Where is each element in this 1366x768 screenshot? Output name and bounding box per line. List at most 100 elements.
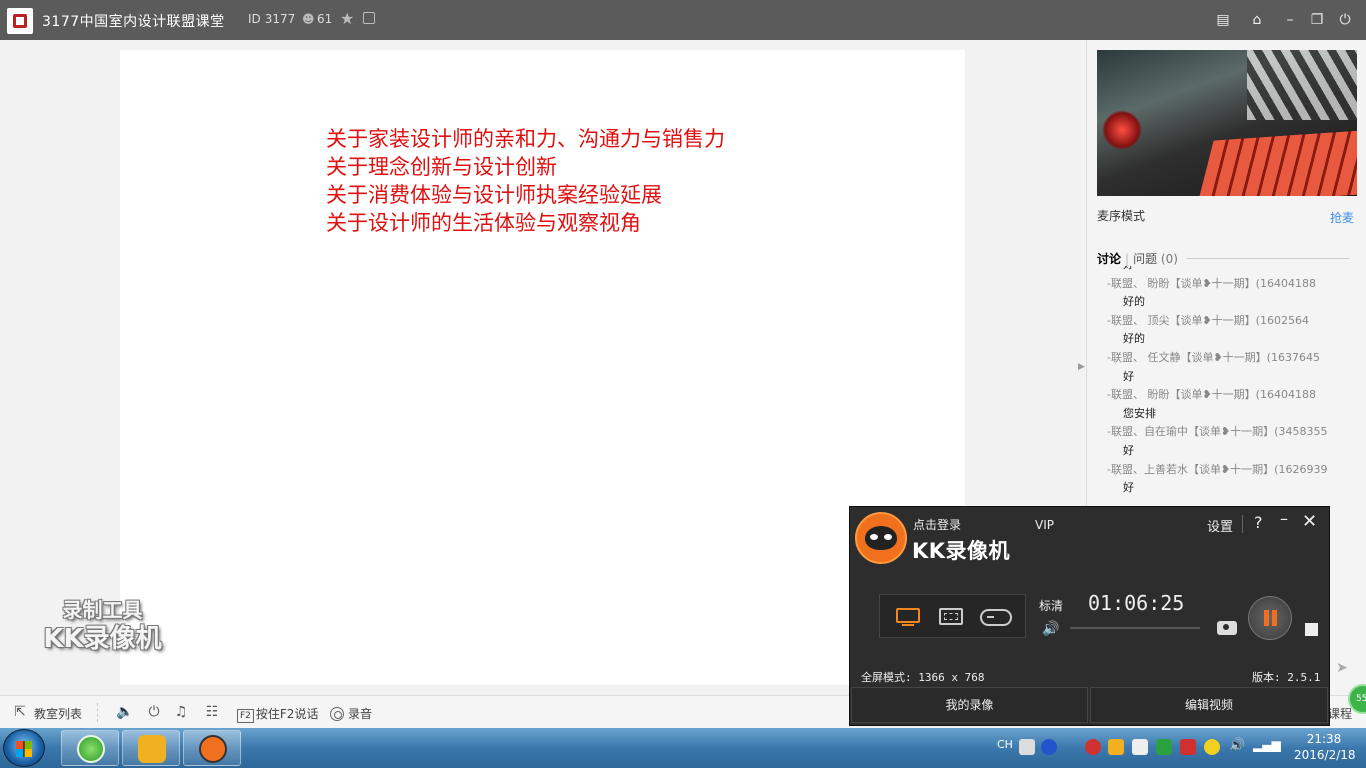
tab-discussion[interactable]: 讨论 [1097, 252, 1121, 266]
slide-text: 关于家装设计师的亲和力、沟通力与销售力 关于理念创新与设计创新 关于消费体验与设… [326, 125, 725, 237]
cat-app-icon [138, 735, 166, 763]
windows-taskbar: CH 🔊 ▂▄▆ 21:38 2016/2/18 [0, 728, 1366, 768]
kk-close-button[interactable]: ✕ [1302, 511, 1317, 532]
speaker-icon[interactable]: 🔈 [116, 704, 133, 720]
start-button[interactable] [3, 729, 45, 767]
power-button[interactable]: ⏻ [1335, 11, 1355, 29]
tab-questions[interactable]: 问题 [1133, 252, 1157, 266]
cat-tray-icon[interactable] [1108, 739, 1124, 755]
f2-key-icon: F2 [237, 709, 254, 723]
taskbar-app-kk[interactable] [183, 730, 241, 766]
home-icon[interactable]: ⌂ [1247, 11, 1267, 29]
app-title: 3177中国室内设计联盟课堂 [42, 14, 225, 30]
kk-logo-icon [855, 512, 907, 564]
capture-mode-group [879, 594, 1026, 638]
chat-sender: -联盟、自在瑜中【谈单❥十一期】(3458355 [1107, 425, 1328, 439]
chat-sender: -联盟、 盼盼【谈单❥十一期】(16404188 [1107, 276, 1316, 290]
pause-record-button[interactable] [1248, 596, 1292, 640]
capture-resolution: 全屏模式: 1366 x 768 [861, 671, 985, 684]
push-to-talk-button[interactable]: F2 按住F2说话 [237, 705, 318, 723]
kk-vip-link[interactable]: VIP [1035, 518, 1054, 532]
kk-login-link[interactable]: 点击登录 [913, 516, 961, 533]
device-icon[interactable] [1180, 739, 1196, 755]
room-id: ID 3177 [244, 12, 295, 26]
kk-app-name: KK录像机 [912, 539, 1011, 563]
classroom-list-button[interactable]: 教室列表 [34, 705, 82, 722]
push-to-talk-label: 按住F2说话 [255, 707, 319, 721]
mic-mode-label: 麦序模式 [1097, 209, 1146, 223]
kk-version: 版本: 2.5.1 [1252, 671, 1321, 684]
chat-sender: -联盟、上善若水【谈单❥十一期】(1626939 [1107, 462, 1328, 476]
my-recordings-button[interactable]: 我的录像 [851, 687, 1088, 723]
chat-message: 好的 [1123, 332, 1145, 346]
chat-message: 好 [1123, 481, 1134, 495]
webcam-video [1097, 50, 1357, 196]
clock-date: 2016/2/18 [1294, 748, 1356, 762]
shield-icon[interactable] [1156, 739, 1172, 755]
game-mode-icon[interactable] [980, 605, 1012, 629]
kk-help-icon[interactable]: ? [1254, 513, 1263, 532]
exit-classroom-icon[interactable]: ⇱ [12, 704, 28, 720]
slide-line: 关于家装设计师的亲和力、沟通力与销售力 [326, 127, 725, 151]
chat-message: 您安排 [1123, 406, 1156, 420]
chat-message: 好的 [1123, 295, 1145, 309]
user-icon: ☻ [302, 12, 315, 26]
signal-icon[interactable]: ▂▄▆ [1253, 738, 1281, 752]
kk-recorder-icon [199, 735, 227, 763]
maximize-button[interactable]: ❐ [1307, 11, 1327, 29]
send-icon[interactable]: ➤ [1330, 660, 1354, 684]
taskbar-app-cat[interactable] [122, 730, 180, 766]
screenshot-camera-icon[interactable] [1217, 621, 1237, 635]
chat-message: 好 [1123, 369, 1134, 383]
antivirus-icon[interactable] [1085, 739, 1101, 755]
fullscreen-mode-icon[interactable] [894, 605, 922, 629]
chat-tabs: 讨论 | 问题 (0) [1097, 252, 1178, 266]
chat-sender: -联盟、 任文静【谈单❥十一期】(1637645 [1107, 350, 1320, 364]
volume-slider[interactable] [1070, 627, 1200, 629]
slide-line: 关于设计师的生活体验与观察视角 [326, 211, 641, 235]
volume-icon[interactable]: 🔊 [1042, 621, 1059, 637]
minimize-button[interactable]: – [1280, 11, 1300, 29]
network-tray-icon[interactable] [1132, 739, 1148, 755]
slide-line: 关于理念创新与设计创新 [326, 155, 557, 179]
quality-selector[interactable]: 标清 [1039, 597, 1063, 614]
system-clock[interactable]: 21:38 2016/2/18 [1294, 731, 1356, 763]
plus-tray-icon[interactable] [1204, 739, 1220, 755]
chat-sender: -联盟、 盼盼【谈单❥十一期】(16404188 [1107, 388, 1316, 402]
chat-list[interactable]: 好 -联盟、 盼盼【谈单❥十一期】(16404188 好的 -联盟、 顶尖【谈单… [1107, 266, 1366, 506]
volume-tray-icon[interactable]: 🔊 [1229, 738, 1245, 753]
slide-line: 关于消费体验与设计师执案经验延展 [326, 183, 662, 207]
share-icon[interactable] [363, 12, 375, 24]
record-label: 录音 [348, 707, 373, 721]
mic-muted-icon[interactable]: ⏻ [146, 704, 162, 720]
chat-sender: -联盟、 顶尖【谈单❥十一期】(1602564 [1107, 313, 1309, 327]
chat-message: 好 [1107, 266, 1366, 275]
watermark-line-2: KK录像机 [43, 624, 162, 654]
green-app-icon [77, 735, 105, 763]
chat-message: 好 [1123, 443, 1134, 457]
music-icon[interactable]: ♫ [173, 704, 189, 720]
taskbar-app-refresh[interactable] [61, 730, 119, 766]
region-mode-icon[interactable] [937, 605, 965, 629]
kk-settings-button[interactable]: 设置 [1207, 516, 1233, 535]
menu-icon[interactable]: ▤ [1213, 11, 1233, 29]
recording-timer: 01:06:25 [1088, 591, 1185, 615]
help-icon[interactable] [1041, 739, 1057, 755]
grab-mic-link[interactable]: 抢麦 [1330, 209, 1354, 226]
room-id-value: 3177 [264, 12, 296, 26]
kk-minimize-button[interactable]: – [1280, 509, 1288, 528]
keyboard-icon[interactable] [1019, 739, 1035, 755]
mixer-icon[interactable]: ☷ [204, 704, 220, 720]
stop-button[interactable] [1305, 623, 1318, 636]
clock-time: 21:38 [1306, 732, 1342, 746]
course-button[interactable]: 课程 [1328, 705, 1352, 722]
input-language[interactable]: CH [997, 738, 1013, 751]
edit-video-button[interactable]: 编辑视频 [1090, 687, 1328, 723]
watermark-line-1: 录制工具 [62, 598, 143, 622]
record-audio-button[interactable]: 录音 [330, 705, 372, 722]
online-count: 61 [317, 12, 333, 26]
record-icon [330, 707, 344, 721]
questions-count: (0) [1160, 252, 1178, 266]
favorite-star-icon[interactable]: ★ [340, 9, 354, 28]
expand-panel-icon[interactable]: ▶ [1078, 362, 1085, 372]
